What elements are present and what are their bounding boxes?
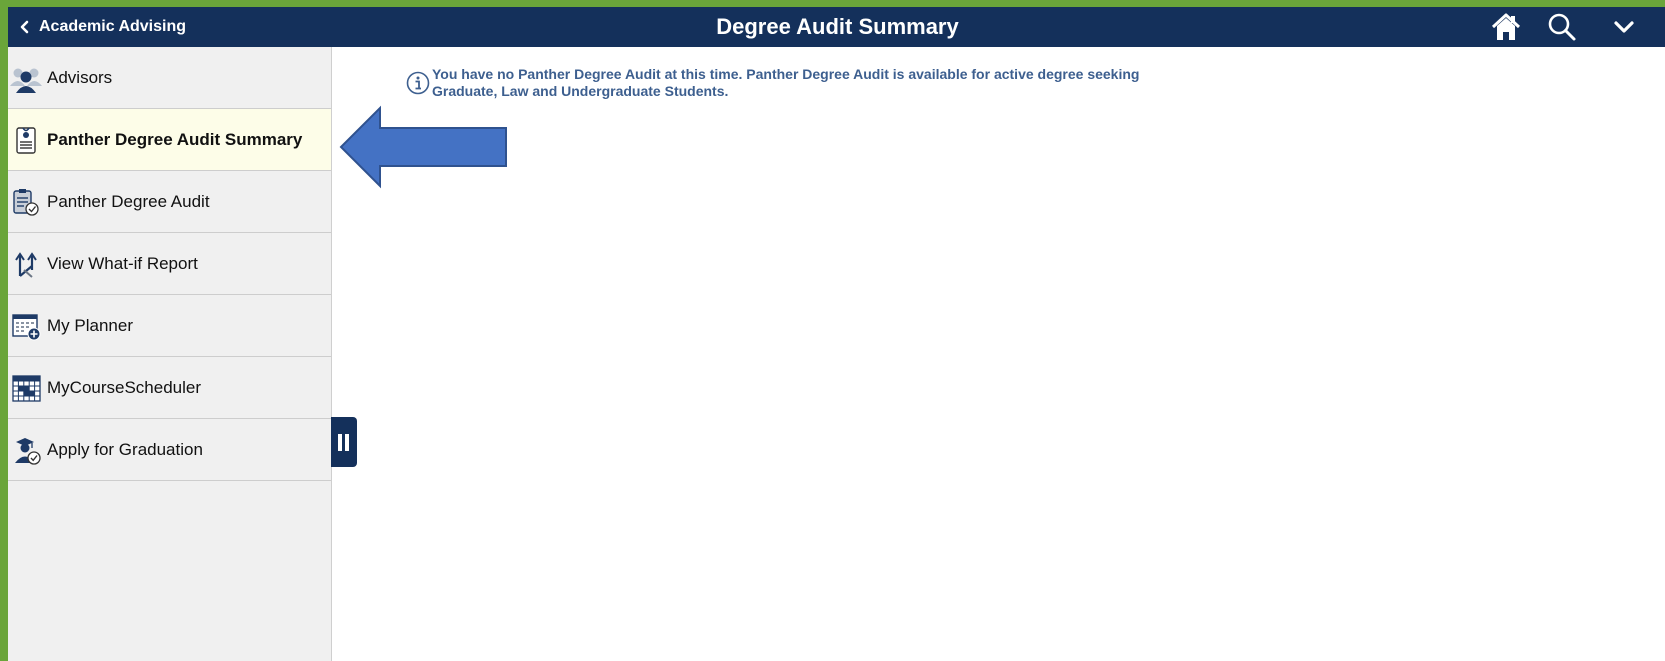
info-message-line-1: You have no Panther Degree Audit at this…	[432, 66, 1140, 82]
sidebar-item-label: View What-if Report	[47, 254, 198, 273]
planner-calendar-icon	[10, 310, 42, 342]
sidebar-item-advisors[interactable]: Advisors	[8, 47, 331, 109]
page-title: Degree Audit Summary	[716, 14, 959, 39]
scheduler-grid-icon	[10, 372, 42, 404]
sidebar-item-label: Panther Degree Audit Summary	[47, 130, 303, 149]
home-icon[interactable]	[1490, 11, 1522, 43]
page-header: Academic Advising Degree Audit Summary	[8, 7, 1665, 47]
sidebar-item-mycoursescheduler[interactable]: MyCourseScheduler	[8, 357, 331, 419]
document-icon	[10, 124, 42, 156]
graduation-icon	[10, 434, 42, 466]
sidebar-item-my-planner[interactable]: My Planner	[8, 295, 331, 357]
advisors-icon	[10, 62, 42, 94]
sidebar-collapse-handle[interactable]	[331, 417, 357, 467]
sidebar-item-label: Apply for Graduation	[47, 440, 203, 459]
audit-clipboard-icon	[10, 186, 42, 218]
chevron-down-icon[interactable]	[1608, 11, 1640, 43]
sidebar-item-label: My Planner	[47, 316, 133, 335]
sidebar-nav: Advisors Panther Degree Audit Summary Pa…	[8, 47, 332, 661]
sidebar-item-label: MyCourseScheduler	[47, 378, 202, 397]
pause-bar-icon	[345, 434, 349, 451]
what-if-arrows-icon	[10, 248, 42, 280]
left-arrow-annotation	[339, 105, 509, 194]
sidebar-item-apply-for-graduation[interactable]: Apply for Graduation	[8, 419, 331, 481]
sidebar-item-view-what-if-report[interactable]: View What-if Report	[8, 233, 331, 295]
info-message-line-2: Graduate, Law and Undergraduate Students…	[432, 83, 729, 99]
search-icon[interactable]	[1546, 11, 1578, 43]
pause-bar-icon	[338, 434, 342, 451]
sidebar-item-panther-degree-audit-summary[interactable]: Panther Degree Audit Summary	[8, 109, 331, 171]
sidebar-item-label: Advisors	[47, 68, 113, 87]
sidebar-item-panther-degree-audit[interactable]: Panther Degree Audit	[8, 171, 331, 233]
info-message: You have no Panther Degree Audit at this…	[406, 66, 1172, 100]
info-icon	[406, 71, 430, 95]
app-frame: Academic Advising Degree Audit Summary A…	[8, 7, 1665, 661]
sidebar-item-label: Panther Degree Audit	[47, 192, 210, 211]
